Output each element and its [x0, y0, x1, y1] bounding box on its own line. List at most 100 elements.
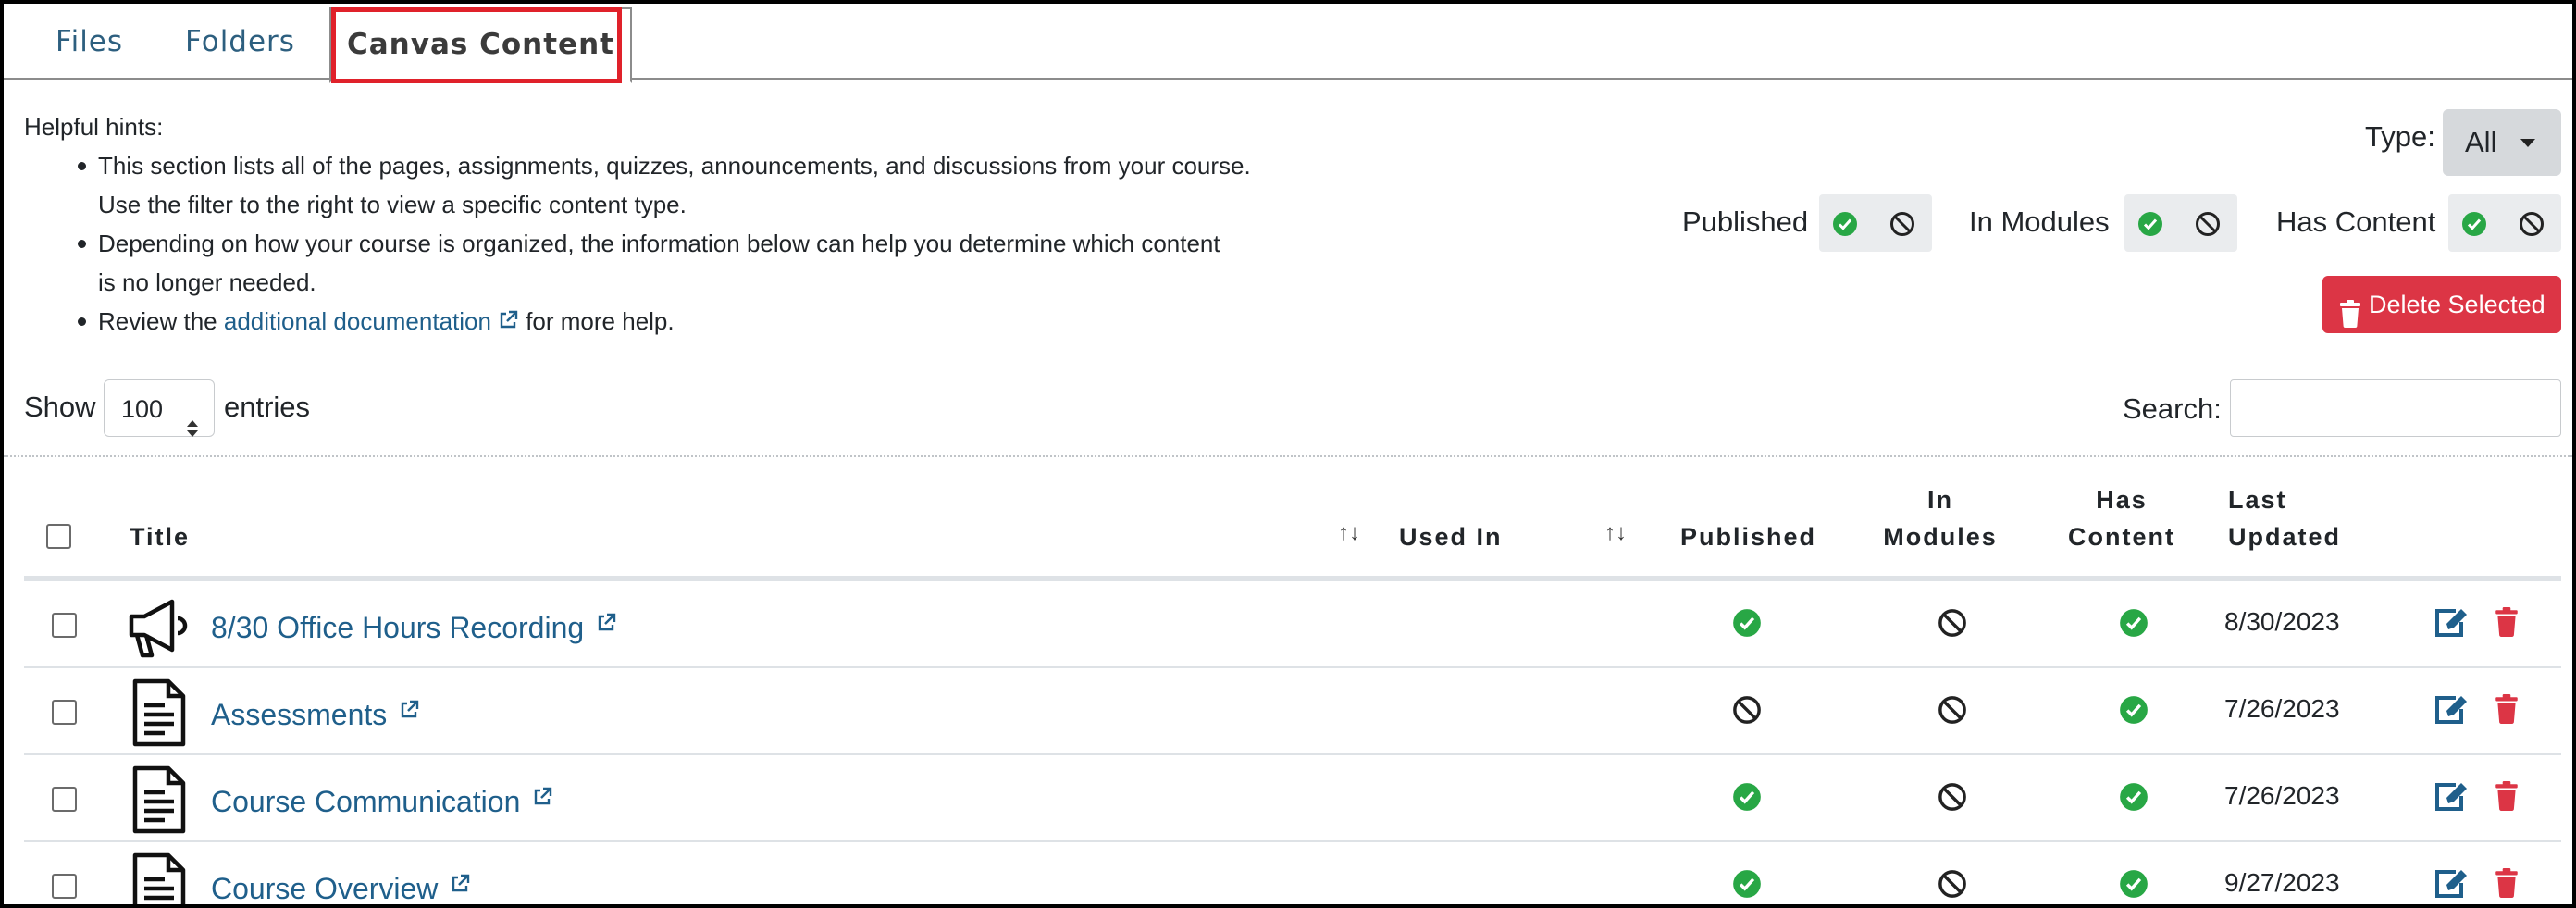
page-icon: [124, 852, 194, 904]
entries-select[interactable]: 100: [104, 379, 215, 437]
external-link-icon: [497, 304, 519, 342]
hint-line: This section lists all of the pages, ass…: [98, 152, 1251, 180]
delete-icon[interactable]: [2495, 781, 2519, 815]
tab-folders[interactable]: Folders: [185, 4, 295, 80]
tab-highlight-annotation: [331, 7, 622, 83]
ban-icon[interactable]: [1889, 211, 1915, 242]
last-updated-date: 7/26/2023: [2224, 694, 2340, 723]
in-modules-filter-group: [2124, 194, 2237, 252]
table-row: Course Communication 7/26/2023: [24, 753, 2561, 840]
trash-icon: [2339, 291, 2361, 348]
hint-text: Review the: [98, 307, 217, 335]
published-filter-group: [1819, 194, 1932, 252]
check-circle-icon[interactable]: [1832, 211, 1858, 242]
hints-list: This section lists all of the pages, ass…: [65, 146, 1342, 342]
check-circle-icon: [2119, 695, 2149, 729]
ban-icon: [1938, 869, 1967, 903]
external-link-icon: [531, 781, 553, 815]
ban-icon[interactable]: [2519, 211, 2545, 242]
hint-text: for more help.: [526, 307, 675, 335]
last-updated-date: 9/27/2023: [2224, 868, 2340, 897]
external-link-icon: [595, 607, 617, 641]
check-circle-icon: [1732, 869, 1762, 903]
delete-icon[interactable]: [2495, 607, 2519, 641]
ban-icon: [1732, 695, 1762, 729]
check-circle-icon[interactable]: [2137, 211, 2163, 242]
edit-icon[interactable]: [2434, 868, 2469, 904]
in-modules-filter-label: In Modules: [1969, 205, 2110, 238]
delete-icon[interactable]: [2495, 694, 2519, 728]
column-last-updated-line: Updated: [2228, 523, 2341, 551]
table-row: Course Overview 9/27/2023: [24, 840, 2561, 904]
last-updated-date: 7/26/2023: [2224, 781, 2340, 810]
last-updated-date: 8/30/2023: [2224, 607, 2340, 636]
published-filter-label: Published: [1682, 205, 1809, 238]
column-used-in[interactable]: Used In: [1399, 518, 1503, 555]
page-icon: [124, 765, 194, 840]
check-circle-icon: [1732, 782, 1762, 816]
sort-used-in-icon[interactable]: ↑↓: [1604, 520, 1627, 546]
delete-icon[interactable]: [2495, 868, 2519, 902]
has-content-filter-group: [2448, 194, 2561, 252]
content-title-link[interactable]: Course Communication: [211, 781, 553, 819]
column-in-modules-line: In: [1927, 486, 1953, 514]
hint-line: is no longer needed.: [98, 268, 316, 296]
check-circle-icon: [1732, 608, 1762, 642]
check-circle-icon: [2119, 782, 2149, 816]
page-icon: [124, 678, 194, 753]
column-title[interactable]: Title: [130, 518, 190, 555]
hint-item: This section lists all of the pages, ass…: [65, 146, 1342, 224]
edit-icon[interactable]: [2434, 694, 2469, 730]
column-last-updated-line: Last: [2228, 486, 2287, 514]
sort-arrows-icon: [186, 401, 199, 458]
column-has-content-line: Content: [2068, 523, 2175, 551]
entries-label: entries: [224, 391, 311, 423]
column-has-content: Has Content: [2062, 481, 2182, 555]
row-checkbox[interactable]: [52, 700, 77, 725]
sort-title-icon[interactable]: ↑↓: [1338, 520, 1360, 546]
check-circle-icon[interactable]: [2461, 211, 2487, 242]
column-in-modules: In Modules: [1878, 481, 2002, 555]
type-filter-dropdown[interactable]: All: [2443, 109, 2561, 176]
content-title-text: 8/30 Office Hours Recording: [211, 611, 585, 644]
hint-line: Depending on how your course is organize…: [98, 230, 1220, 257]
column-published: Published: [1680, 523, 1817, 551]
column-last-updated: Last Updated: [2228, 481, 2341, 555]
content-title-text: Course Overview: [211, 872, 439, 904]
hint-line: Use the filter to the right to view a sp…: [98, 191, 687, 218]
has-content-filter-label: Has Content: [2276, 205, 2436, 238]
ban-icon: [1938, 695, 1967, 729]
search-label: Search:: [2123, 392, 2222, 425]
hint-item: Review the additional documentation for …: [65, 302, 1342, 342]
delete-selected-button[interactable]: Delete Selected: [2322, 276, 2561, 333]
content-title-link[interactable]: 8/30 Office Hours Recording: [211, 607, 617, 645]
check-circle-icon: [2119, 608, 2149, 642]
ban-icon: [1938, 608, 1967, 642]
check-circle-icon: [2119, 869, 2149, 903]
select-all-checkbox[interactable]: [46, 524, 71, 549]
edit-icon[interactable]: [2434, 607, 2469, 643]
caret-down-icon: [2520, 139, 2535, 147]
type-filter-label: Type:: [2365, 120, 2435, 153]
search-input[interactable]: [2230, 379, 2561, 437]
type-filter-value: All: [2465, 126, 2497, 158]
show-label: Show: [24, 391, 96, 423]
table-row: Assessments 7/26/2023: [24, 666, 2561, 753]
entries-value: 100: [121, 395, 164, 423]
hints-title: Helpful hints:: [24, 113, 164, 141]
documentation-link[interactable]: additional documentation: [224, 307, 491, 335]
table-row: 8/30 Office Hours Recording 8/30/2023: [24, 579, 2561, 666]
edit-icon[interactable]: [2434, 781, 2469, 817]
row-checkbox[interactable]: [52, 613, 77, 638]
content-title-link[interactable]: Course Overview: [211, 868, 471, 904]
row-checkbox[interactable]: [52, 787, 77, 812]
megaphone-icon: [124, 591, 194, 665]
ban-icon[interactable]: [2195, 211, 2221, 242]
content-title-text: Assessments: [211, 698, 388, 731]
row-checkbox[interactable]: [52, 874, 77, 899]
external-link-icon: [398, 694, 420, 728]
content-title-link[interactable]: Assessments: [211, 694, 420, 732]
tab-files[interactable]: Files: [56, 4, 123, 80]
external-link-icon: [449, 868, 471, 902]
delete-selected-label: Delete Selected: [2369, 291, 2545, 318]
